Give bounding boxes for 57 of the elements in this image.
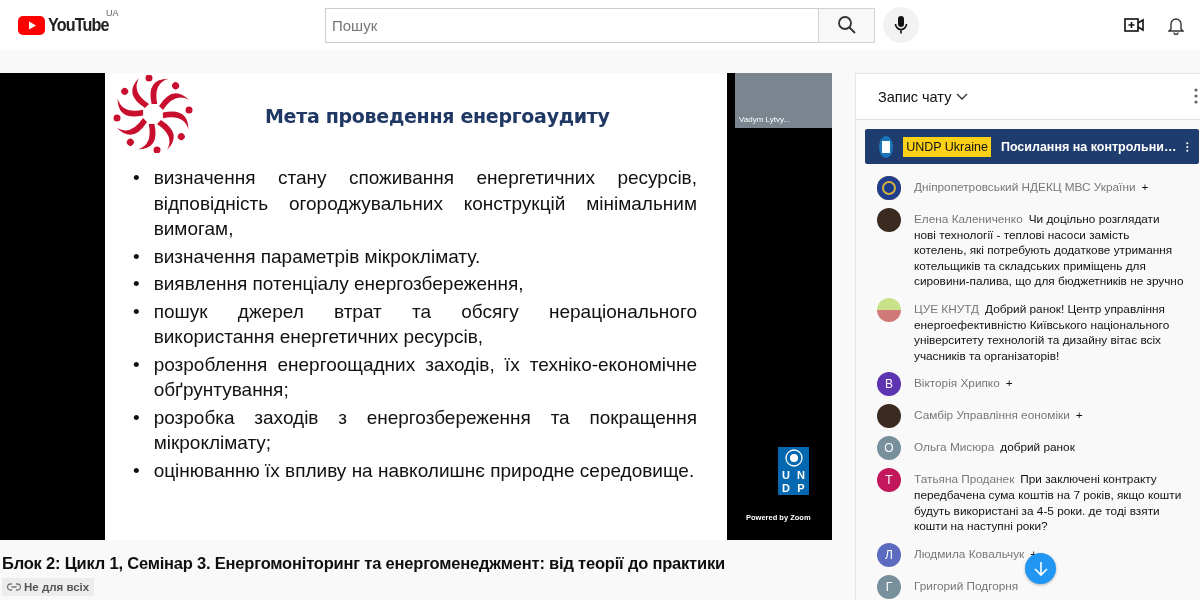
slide-bullet: оцінюванню їх впливу на навколишнє природне середовище. <box>153 458 696 483</box>
bullet-marker: • <box>133 299 140 324</box>
video-plus-icon <box>1124 18 1144 32</box>
chat-message: Ольга Мисюра добрий ранок <box>914 439 1075 456</box>
photo-avatar <box>877 208 901 232</box>
search-icon <box>836 15 857 35</box>
bullet-marker: • <box>133 352 140 377</box>
chat-message: ЦУЕ КНУТД Добрий ранок! Центр управління енергоефективністю Київського національного університету технологій та дизайну вітає всіх учасників та організаторів! <box>914 300 1171 365</box>
chat-message: Самбір Управління еономіки + <box>914 407 1083 424</box>
chat-message: Григорий Подгорня <box>914 577 1020 595</box>
chat-message: Вікторія Хрипко + <box>914 375 1013 392</box>
emblem-avatar <box>877 176 901 200</box>
search-button[interactable] <box>818 7 875 43</box>
more-options-icon[interactable] <box>1194 88 1198 104</box>
pinned-message[interactable]: UNDP Ukraine Посилання на контрольни… <box>865 129 1199 164</box>
user-avatar: Л <box>877 542 901 567</box>
video-player[interactable] <box>0 73 832 540</box>
bullet-marker: • <box>133 458 140 483</box>
user-avatar: В <box>877 372 901 397</box>
slide-title: Мета проведення енергоаудиту <box>265 105 611 127</box>
search-field[interactable]: Пошук <box>325 7 818 43</box>
user-avatar: Г <box>877 574 901 599</box>
bullet-marker: • <box>133 272 140 296</box>
bullet-marker: • <box>133 405 140 430</box>
arrow-down-icon <box>1033 560 1048 577</box>
bell-icon <box>1168 15 1184 35</box>
slide-bullet: виявлення потенціалу енергозбереження, <box>153 272 525 296</box>
country-code: UA <box>106 8 119 18</box>
slide-bullet: визначення параметрів мікроклімату. <box>153 244 482 269</box>
undp-logo: U N D P <box>778 447 809 495</box>
microphone-icon <box>894 15 908 35</box>
chat-mode-dropdown[interactable]: Запис чату <box>878 88 969 105</box>
chevron-down-icon <box>956 93 969 100</box>
chat-message: Дніпропетровський НДЕКЦ МВС України + <box>914 179 1149 196</box>
video-title: Блок 2: Цикл 1, Семінар 3. Енергомоніторинг та енергоменеджмент: від теорії до практики <box>2 554 726 573</box>
globe-emblem-icon <box>784 449 803 467</box>
chat-message: Елена Калениченко Чи доцільно розглядати нові технології - теплові насоси замість котелень, які потребують додаткове утримання котельщиків та складських приміщень для сировини-палива, що для бюджетників не зручно <box>914 211 1184 290</box>
chat-message: Татьяна Проданек При заключені контракту передбачена сума коштів на 7 років, якщо кошти будуть використані за 4-5 роки. де тоді взяти кошти на наступні роки? <box>914 471 1183 535</box>
document-icon <box>882 140 891 153</box>
slide-bullet: розробка заходів з енергозбереження та покращення мікроклімату; <box>153 405 697 455</box>
notifications-button[interactable] <box>1168 15 1184 35</box>
user-avatar: Т <box>877 468 901 493</box>
bullet-marker: • <box>133 244 140 269</box>
link-icon <box>7 583 21 591</box>
photo-avatar <box>877 404 901 429</box>
visibility-badge: Не для всіх <box>2 578 95 596</box>
author-badge: UNDP Ukraine <box>903 136 991 157</box>
scroll-down-button[interactable] <box>1025 553 1056 584</box>
participant-name: Vadym Lytvy... <box>739 115 790 124</box>
bullet-marker: • <box>133 166 140 190</box>
create-video-button[interactable] <box>1124 18 1144 32</box>
pinned-text: Посилання на контрольни… <box>1000 139 1177 154</box>
logo-avatar <box>877 297 901 322</box>
user-avatar: О <box>877 436 901 461</box>
microphone-button[interactable] <box>883 7 919 43</box>
play-logo-icon[interactable] <box>18 15 45 35</box>
slide-bullet: розроблення енергоощадних заходів, їх техніко-економічне обґрунтування; <box>153 352 697 402</box>
